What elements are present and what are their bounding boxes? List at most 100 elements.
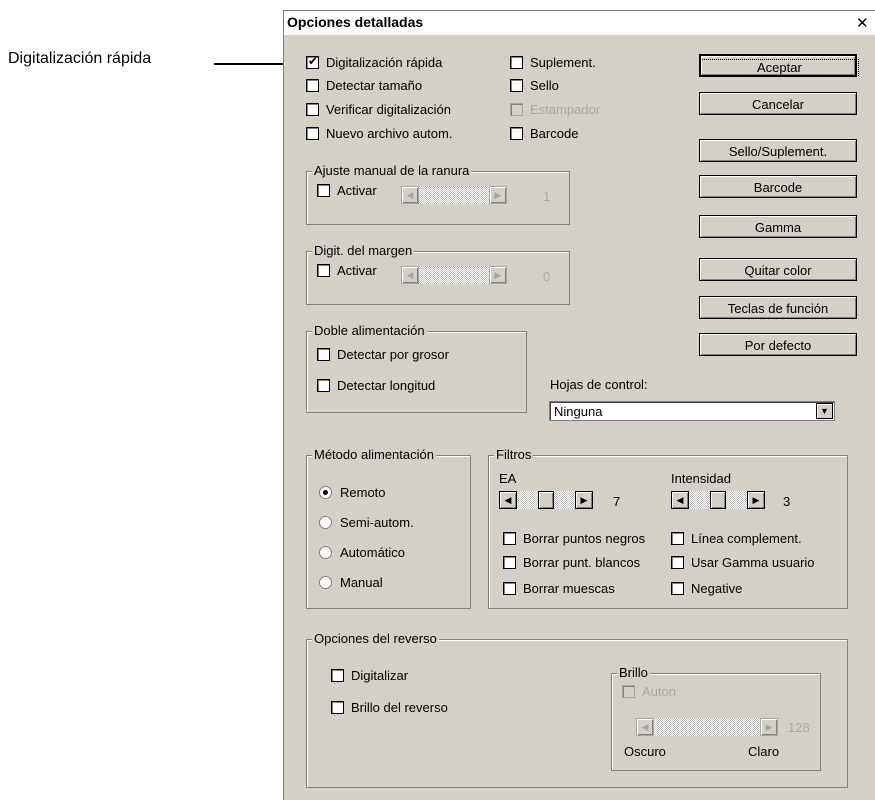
gamma-button[interactable]: Gamma bbox=[699, 215, 857, 238]
radio-automatic[interactable]: Automático bbox=[319, 545, 405, 560]
cancel-button[interactable]: Cancelar bbox=[699, 92, 857, 115]
check-label: Auton bbox=[642, 684, 676, 699]
scroll-thumb[interactable] bbox=[710, 491, 726, 509]
left-arrow-icon: ◀ bbox=[636, 718, 654, 736]
check-scan-reverse[interactable]: Digitalizar bbox=[331, 668, 408, 683]
left-arrow-icon[interactable]: ◀ bbox=[499, 491, 517, 509]
checkbox-box[interactable] bbox=[510, 56, 523, 69]
right-arrow-icon[interactable]: ▶ bbox=[747, 491, 765, 509]
checkbox-box[interactable] bbox=[510, 127, 523, 140]
checkbox-box[interactable] bbox=[671, 532, 684, 545]
margin-value: 0 bbox=[543, 269, 551, 284]
check-barcode[interactable]: Barcode bbox=[510, 126, 578, 141]
callout-label: Digitalización rápida bbox=[8, 50, 152, 67]
check-auto-brightness: Auton bbox=[622, 684, 676, 699]
checkbox-box bbox=[622, 685, 635, 698]
check-label: Detectar longitud bbox=[337, 378, 436, 393]
right-arrow-icon[interactable]: ▶ bbox=[575, 491, 593, 509]
remove-color-button[interactable]: Quitar color bbox=[699, 258, 857, 281]
intensity-value: 3 bbox=[783, 494, 791, 509]
check-remove-white-dots[interactable]: Borrar punt. blancos bbox=[503, 555, 640, 570]
check-label: Estampador bbox=[530, 102, 601, 117]
check-label: Verificar digitalización bbox=[326, 102, 452, 117]
sello-suplement-button[interactable]: Sello/Suplement. bbox=[699, 139, 857, 162]
margin-group: Digit. del margen Activar ◀ ▶ 0 bbox=[306, 243, 570, 305]
scroll-track[interactable] bbox=[419, 186, 489, 204]
ea-value: 7 bbox=[613, 494, 621, 509]
check-suplement[interactable]: Suplement. bbox=[510, 55, 596, 70]
control-sheets-select[interactable]: Ninguna ▼ bbox=[549, 401, 835, 421]
checkbox-box[interactable] bbox=[510, 79, 523, 92]
radio-dot[interactable] bbox=[319, 516, 332, 529]
check-detect-size[interactable]: Detectar tamaño bbox=[306, 78, 422, 93]
checkbox-box[interactable] bbox=[317, 379, 330, 392]
radio-dot[interactable] bbox=[319, 546, 332, 559]
left-arrow-icon[interactable]: ◀ bbox=[671, 491, 689, 509]
checkbox-box[interactable] bbox=[503, 582, 516, 595]
check-fast-scan[interactable]: ✔ Digitalización rápida bbox=[306, 54, 442, 70]
check-label: Línea complement. bbox=[691, 531, 802, 546]
radio-remote[interactable]: Remoto bbox=[319, 485, 386, 500]
chevron-down-icon[interactable]: ▼ bbox=[816, 403, 833, 419]
check-auto-new-file[interactable]: Nuevo archivo autom. bbox=[306, 126, 452, 141]
ea-scrollbar[interactable]: ◀ ▶ bbox=[499, 491, 593, 509]
check-label: Suplement. bbox=[530, 55, 596, 70]
right-arrow-icon[interactable]: ▶ bbox=[489, 266, 507, 284]
intensity-label: Intensidad bbox=[671, 471, 731, 486]
check-label: Barcode bbox=[530, 126, 579, 141]
margin-enable-check[interactable]: Activar bbox=[317, 263, 377, 278]
radio-manual[interactable]: Manual bbox=[319, 575, 383, 590]
checkbox-box[interactable] bbox=[671, 556, 684, 569]
checkbox-box[interactable] bbox=[306, 103, 319, 116]
detect-length-check[interactable]: Detectar longitud bbox=[317, 378, 435, 393]
check-reverse-brightness[interactable]: Brillo del reverso bbox=[331, 700, 448, 715]
group-title: Brillo bbox=[617, 665, 650, 680]
filters-group: Filtros EA ◀ ▶ 7 Intensidad ◀ ▶ 3 Borrar… bbox=[488, 447, 848, 609]
slot-adjust-group: Ajuste manual de la ranura Activar ◀ ▶ 1 bbox=[306, 163, 570, 225]
slot-scrollbar[interactable]: ◀ ▶ bbox=[401, 186, 507, 204]
check-sello[interactable]: Sello bbox=[510, 78, 559, 93]
radio-dot[interactable] bbox=[319, 576, 332, 589]
checkbox-box[interactable]: ✔ bbox=[306, 54, 319, 69]
scroll-track[interactable] bbox=[517, 491, 575, 509]
slot-enable-check[interactable]: Activar bbox=[317, 183, 377, 198]
checkbox-box[interactable] bbox=[671, 582, 684, 595]
right-arrow-icon[interactable]: ▶ bbox=[489, 186, 507, 204]
left-arrow-icon[interactable]: ◀ bbox=[401, 266, 419, 284]
margin-scrollbar[interactable]: ◀ ▶ bbox=[401, 266, 507, 284]
scroll-thumb[interactable] bbox=[538, 491, 554, 509]
checkbox-box[interactable] bbox=[317, 348, 330, 361]
checkbox-box[interactable] bbox=[503, 556, 516, 569]
function-keys-button[interactable]: Teclas de función bbox=[699, 296, 857, 319]
barcode-button[interactable]: Barcode bbox=[699, 175, 857, 198]
radio-label: Manual bbox=[340, 575, 383, 590]
check-verify-scan[interactable]: Verificar digitalización bbox=[306, 102, 451, 117]
check-remove-black-dots[interactable]: Borrar puntos negros bbox=[503, 531, 645, 546]
checkbox-box[interactable] bbox=[317, 264, 330, 277]
default-button[interactable]: Por defecto bbox=[699, 333, 857, 356]
checkbox-box[interactable] bbox=[503, 532, 516, 545]
options-dialog: Opciones detalladas ✕ ✔ Digitalización rá… bbox=[283, 10, 875, 800]
checkbox-box[interactable] bbox=[306, 79, 319, 92]
checkbox-box[interactable] bbox=[317, 184, 330, 197]
group-title: Opciones del reverso bbox=[312, 631, 439, 646]
scroll-track[interactable] bbox=[419, 266, 489, 284]
detect-thickness-check[interactable]: Detectar por grosor bbox=[317, 347, 449, 362]
radio-semi-auto[interactable]: Semi-autom. bbox=[319, 515, 414, 530]
check-negative[interactable]: Negative bbox=[671, 581, 742, 596]
checkbox-box[interactable] bbox=[306, 127, 319, 140]
check-label: Borrar punt. blancos bbox=[523, 555, 641, 570]
check-line-complement[interactable]: Línea complement. bbox=[671, 531, 802, 546]
close-icon[interactable]: ✕ bbox=[856, 16, 874, 32]
scroll-track[interactable] bbox=[689, 491, 747, 509]
checkbox-box[interactable] bbox=[331, 701, 344, 714]
checkbox-box[interactable] bbox=[331, 669, 344, 682]
left-arrow-icon[interactable]: ◀ bbox=[401, 186, 419, 204]
ok-button[interactable]: Aceptar bbox=[699, 54, 859, 77]
intensity-scrollbar[interactable]: ◀ ▶ bbox=[671, 491, 765, 509]
check-user-gamma[interactable]: Usar Gamma usuario bbox=[671, 555, 815, 570]
radio-dot[interactable] bbox=[319, 486, 332, 499]
check-remove-notches[interactable]: Borrar muescas bbox=[503, 581, 615, 596]
dark-label: Oscuro bbox=[624, 744, 666, 759]
check-label: Detectar tamaño bbox=[326, 78, 423, 93]
